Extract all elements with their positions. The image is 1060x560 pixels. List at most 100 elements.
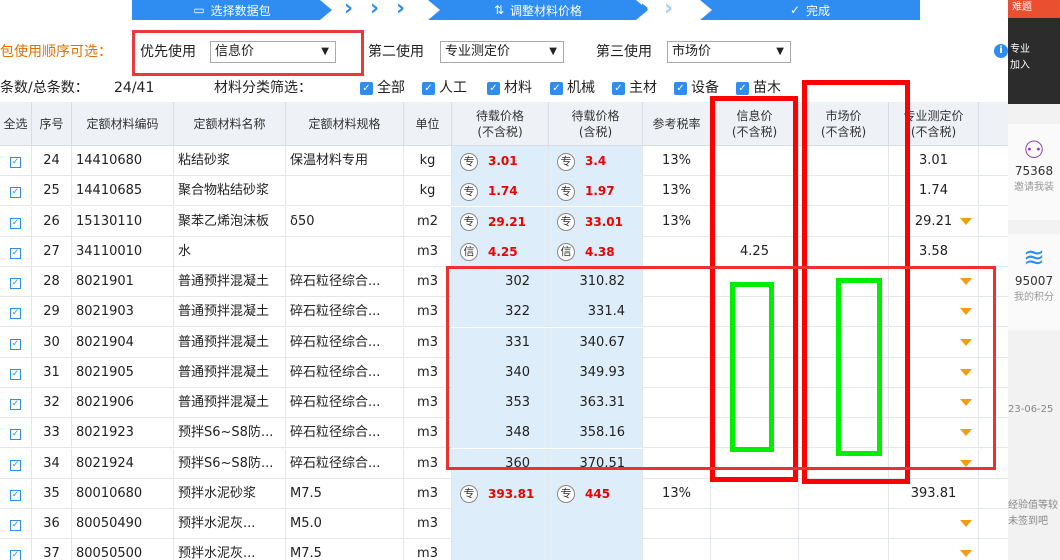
cell-market-price[interactable] (799, 509, 889, 539)
dropdown-arrow-icon[interactable] (960, 520, 972, 527)
table-row[interactable]: ✓ 28 8021901 普通预拌混凝土 碎石粒径综合... m3 302 310.82 (0, 267, 1008, 298)
cell-price-ex-tax[interactable]: 专 3.01 (452, 146, 549, 176)
cell-price-ex-tax[interactable]: 340 (452, 357, 549, 388)
row-checkbox[interactable]: ✓ (0, 448, 32, 479)
col-price-ex-tax[interactable]: 待载价格 (不含税) (452, 102, 549, 146)
cell-price-in-tax[interactable]: 358.16 (549, 418, 643, 449)
col-info-price[interactable]: 信息价 (不含税) (711, 102, 799, 146)
step-select-package[interactable]: ▭ 选择数据包 (132, 0, 332, 20)
cell-info-price[interactable] (711, 297, 799, 328)
cell-market-price[interactable] (799, 176, 889, 207)
table-row[interactable]: ✓ 29 8021903 普通预拌混凝土 碎石粒径综合... m3 322 331.4 (0, 297, 1008, 328)
cell-pro-price[interactable]: 393.81 (889, 478, 979, 509)
filter-labor[interactable]: ✓ 人工 (422, 74, 467, 102)
cell-market-price[interactable] (799, 448, 889, 479)
row-checkbox[interactable]: ✓ (0, 267, 32, 297)
step-finish[interactable]: ✓ 完成 (700, 0, 920, 20)
row-checkbox[interactable]: ✓ (0, 327, 32, 358)
row-checkbox[interactable]: ✓ (0, 478, 32, 509)
col-market-price[interactable]: 市场价 (不含税) (799, 102, 889, 146)
table-row[interactable]: ✓ 32 8021906 普通预拌混凝土 碎石粒径综合... m3 353 363.31 (0, 388, 1008, 419)
first-use-select[interactable]: 信息价 ▼ (210, 41, 336, 63)
dropdown-arrow-icon[interactable] (960, 429, 972, 437)
filter-main-material[interactable]: ✓ 主材 (612, 74, 657, 102)
cell-pro-price[interactable]: 3.58 (889, 236, 979, 267)
dropdown-arrow-icon[interactable] (960, 217, 972, 225)
row-checkbox[interactable]: ✓ (0, 388, 32, 418)
cell-price-ex-tax[interactable]: 331 (452, 327, 549, 358)
cell-price-ex-tax[interactable]: 专 1.74 (452, 176, 549, 207)
cell-info-price[interactable] (711, 176, 799, 207)
cell-info-price[interactable]: 4.25 (711, 236, 799, 267)
table-row[interactable]: ✓ 24 14410680 粘结砂浆 保温材料专用 kg 专 3.01 专 3.4 13% 3.01 (0, 146, 1008, 177)
row-checkbox[interactable]: ✓ (0, 509, 32, 539)
cell-price-ex-tax[interactable]: 348 (452, 418, 549, 449)
cell-price-in-tax[interactable] (549, 539, 643, 560)
cell-price-in-tax[interactable]: 信 4.38 (549, 236, 643, 267)
cell-info-price[interactable] (711, 267, 799, 297)
cell-price-in-tax[interactable]: 370.51 (549, 448, 643, 479)
col-tax-rate[interactable]: 参考税率 (643, 102, 711, 146)
cell-price-in-tax[interactable]: 专 33.01 (549, 206, 643, 237)
col-seq[interactable]: 序号 (32, 102, 72, 146)
cell-price-ex-tax[interactable]: 353 (452, 388, 549, 418)
cell-price-in-tax[interactable]: 331.4 (549, 297, 643, 328)
cell-market-price[interactable] (799, 206, 889, 237)
cell-market-price[interactable] (799, 357, 889, 388)
side-dark-card[interactable]: 专业 加入 (1008, 18, 1060, 104)
row-checkbox[interactable]: ✓ (0, 297, 32, 328)
cell-info-price[interactable] (711, 418, 799, 449)
col-unit[interactable]: 单位 (404, 102, 452, 146)
cell-price-in-tax[interactable]: 340.67 (549, 327, 643, 358)
third-use-select[interactable]: 市场价 ▼ (667, 41, 791, 63)
row-checkbox[interactable]: ✓ (0, 357, 32, 388)
cell-info-price[interactable] (711, 478, 799, 509)
cell-info-price[interactable] (711, 206, 799, 237)
cell-market-price[interactable] (799, 297, 889, 328)
cell-pro-price[interactable]: 3.01 (889, 146, 979, 176)
second-use-select[interactable]: 专业测定价 ▼ (440, 41, 564, 63)
cell-market-price[interactable] (799, 539, 889, 560)
table-row[interactable]: ✓ 37 80050500 预拌水泥灰... M7.5 m3 (0, 539, 1008, 560)
cell-price-ex-tax[interactable]: 360 (452, 448, 549, 479)
cell-price-in-tax[interactable]: 专 1.97 (549, 176, 643, 207)
filter-all[interactable]: ✓ 全部 (360, 74, 405, 102)
cell-market-price[interactable] (799, 478, 889, 509)
cell-price-in-tax[interactable]: 310.82 (549, 267, 643, 297)
cell-pro-price[interactable]: 1.74 (889, 176, 979, 207)
table-row[interactable]: ✓ 26 15130110 聚苯乙烯泡沫板 δ50 m2 专 29.21 专 33.01 13% 29… (0, 206, 1008, 237)
row-checkbox[interactable]: ✓ (0, 176, 32, 207)
cell-info-price[interactable] (711, 539, 799, 560)
table-row[interactable]: ✓ 36 80050490 预拌水泥灰... M5.0 m3 (0, 509, 1008, 540)
cell-price-ex-tax[interactable]: 322 (452, 297, 549, 328)
dropdown-arrow-icon[interactable] (960, 399, 972, 406)
col-name[interactable]: 定额材料名称 (174, 102, 286, 146)
filter-machine[interactable]: ✓ 机械 (550, 74, 595, 102)
table-row[interactable]: ✓ 25 14410685 聚合物粘结砂浆 kg 专 1.74 专 1.97 13% 1.74 (0, 176, 1008, 207)
side-points-card[interactable]: ≋ 95007 我的积分 (1008, 234, 1060, 330)
cell-price-in-tax[interactable]: 349.93 (549, 357, 643, 388)
cell-price-ex-tax[interactable]: 专 393.81 (452, 478, 549, 509)
col-spec[interactable]: 定额材料规格 (286, 102, 404, 146)
side-invite-card[interactable]: ⚇ 75368 邀请我装 (1008, 124, 1060, 220)
table-row[interactable]: ✓ 31 8021905 普通预拌混凝土 碎石粒径综合... m3 340 349.93 (0, 357, 1008, 388)
table-row[interactable]: ✓ 34 8021924 预拌S6~S8防... 碎石粒径综合... m3 360 370.5… (0, 448, 1008, 479)
cell-price-ex-tax[interactable] (452, 509, 549, 539)
filter-nursery[interactable]: ✓ 苗木 (736, 74, 781, 102)
col-code[interactable]: 定额材料编码 (72, 102, 174, 146)
row-checkbox[interactable]: ✓ (0, 539, 32, 560)
cell-market-price[interactable] (799, 267, 889, 297)
row-checkbox[interactable]: ✓ (0, 418, 32, 449)
filter-material[interactable]: ✓ 材料 (487, 74, 532, 102)
row-checkbox[interactable]: ✓ (0, 206, 32, 237)
cell-info-price[interactable] (711, 146, 799, 176)
table-row[interactable]: ✓ 35 80010680 预拌水泥砂浆 M7.5 m3 专 393.81 专 445 13% 393… (0, 478, 1008, 509)
cell-info-price[interactable] (711, 357, 799, 388)
dropdown-arrow-icon[interactable] (960, 459, 972, 467)
dropdown-arrow-icon[interactable] (960, 308, 972, 316)
cell-price-ex-tax[interactable]: 专 29.21 (452, 206, 549, 237)
cell-market-price[interactable] (799, 418, 889, 449)
cell-market-price[interactable] (799, 327, 889, 358)
table-row[interactable]: ✓ 30 8021904 普通预拌混凝土 碎石粒径综合... m3 331 340.67 (0, 327, 1008, 358)
col-pro-price[interactable]: 专业测定价 (不含税) (889, 102, 979, 146)
